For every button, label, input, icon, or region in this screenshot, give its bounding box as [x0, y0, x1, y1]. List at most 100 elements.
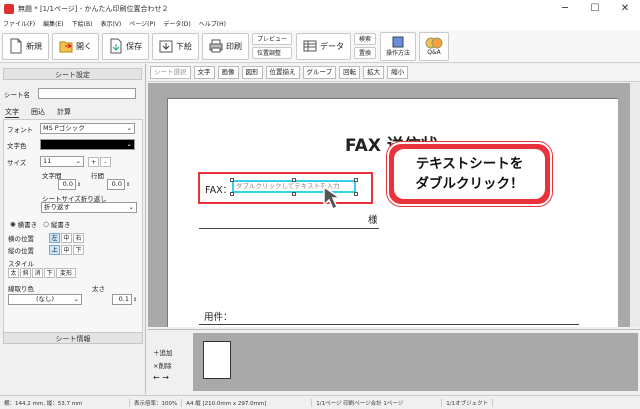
- menu-background[interactable]: 下絵(B): [72, 19, 93, 28]
- sama-label: 様: [368, 215, 378, 226]
- menu-help[interactable]: ヘルプ(H): [199, 19, 226, 28]
- size-decrease-button[interactable]: -: [100, 156, 111, 167]
- status-objects: 1/1オブジェクト: [442, 398, 494, 407]
- text-color-label: 文字色: [7, 141, 27, 150]
- delete-page-button[interactable]: ×削除: [153, 360, 173, 370]
- size-row: サイズ 11 ⌄ + -: [7, 156, 112, 167]
- v-position-row: 縦の位置 上 中 下: [8, 245, 85, 255]
- sheet-name-input[interactable]: [38, 88, 136, 99]
- data-label: データ: [320, 41, 345, 51]
- status-pages: 1/1ページ 印刷ページ合計 1ページ: [312, 398, 443, 407]
- thickness-input[interactable]: 0.1: [112, 294, 132, 305]
- rotate-tool[interactable]: 回転: [339, 66, 361, 79]
- page[interactable]: FAX 送信状 FAX： ダブルクリックしてテキストを入力 様 用件：: [167, 98, 618, 327]
- size-increase-button[interactable]: +: [88, 156, 99, 167]
- border-color-select[interactable]: (なし) ⌄: [8, 294, 82, 305]
- preview-button[interactable]: プレビュー: [252, 33, 293, 45]
- select-sheet-tool[interactable]: シート選択: [150, 66, 191, 79]
- chevron-down-icon: ⌄: [126, 140, 132, 148]
- menu-edit[interactable]: 編集(E): [43, 19, 63, 28]
- replace-button[interactable]: 置換: [354, 47, 377, 59]
- maximize-button[interactable]: ☐: [580, 0, 610, 17]
- menu-view[interactable]: 表示(V): [100, 19, 121, 28]
- tab-text[interactable]: 文字: [5, 107, 19, 118]
- line-spacing-input[interactable]: 0.0: [107, 179, 125, 190]
- page-thumbnail[interactable]: [203, 341, 231, 379]
- resize-handle[interactable]: [292, 178, 296, 182]
- text-color-picker[interactable]: ⌄: [40, 139, 135, 150]
- italic-button[interactable]: 斜: [20, 268, 31, 278]
- style-buttons-row: 太 斜 消 下 変形: [8, 268, 77, 278]
- data-button[interactable]: データ: [296, 32, 352, 60]
- open-button[interactable]: 開く: [52, 32, 99, 60]
- shape-tool[interactable]: 図形: [241, 66, 263, 79]
- resize-handle[interactable]: [292, 192, 296, 196]
- size-select[interactable]: 11 ⌄: [40, 156, 84, 167]
- document-view: FAX 送信状 FAX： ダブルクリックしてテキストを入力 様 用件：: [148, 83, 640, 327]
- vertical-radio[interactable]: ○: [43, 220, 49, 228]
- chevron-down-icon: ⌄: [126, 124, 132, 132]
- text-tool[interactable]: 文字: [193, 66, 215, 79]
- font-select[interactable]: MS Pゴシック ⌄: [40, 123, 135, 134]
- resize-handle[interactable]: [230, 192, 234, 196]
- sheet-info-header[interactable]: シート情報: [3, 332, 143, 344]
- wrap-select[interactable]: 折り返す ⌄: [41, 202, 137, 213]
- spinner-icon[interactable]: ⇕: [77, 182, 81, 188]
- bold-button[interactable]: 太: [8, 268, 19, 278]
- minimize-button[interactable]: ─: [550, 0, 580, 17]
- resize-handle[interactable]: [354, 192, 358, 196]
- subject-underline: [199, 324, 579, 325]
- spinner-icon[interactable]: ⇕: [133, 297, 137, 303]
- h-position-center[interactable]: 中: [61, 233, 72, 243]
- transform-button[interactable]: 変形: [56, 268, 76, 278]
- tab-calc[interactable]: 計算: [57, 107, 71, 118]
- border-color-value: (なし): [35, 295, 55, 303]
- menu-file[interactable]: ファイル(F): [3, 19, 35, 28]
- status-paper: A4 縦 [210.0mm x 297.0mm]: [182, 398, 313, 407]
- underline-button[interactable]: 下: [44, 268, 55, 278]
- qa-button[interactable]: Q&A: [419, 31, 450, 61]
- v-position-middle[interactable]: 中: [61, 245, 72, 255]
- position-adjust-button[interactable]: 位置調整: [252, 47, 293, 59]
- arrow-right-icon[interactable]: →: [162, 373, 169, 382]
- save-label: 保存: [126, 41, 142, 51]
- v-position-bottom[interactable]: 下: [73, 245, 84, 255]
- border-color-label-row: 線取り色 太さ: [8, 283, 105, 293]
- strike-button[interactable]: 消: [32, 268, 43, 278]
- char-spacing-input[interactable]: 0.0: [58, 179, 76, 190]
- menu-bar: ファイル(F) 編集(E) 下絵(B) 表示(V) ページ(P) データ(D) …: [0, 17, 640, 30]
- search-button[interactable]: 検索: [354, 33, 377, 45]
- v-position-top[interactable]: 上: [49, 245, 60, 255]
- group-tool[interactable]: グループ: [302, 66, 337, 79]
- page-controls: ＋追加 ×削除 ← →: [153, 347, 173, 382]
- menu-data[interactable]: データ(D): [163, 19, 190, 28]
- new-button[interactable]: 新規: [2, 32, 49, 60]
- page-nav: ← →: [153, 373, 173, 382]
- preview-group: プレビュー 位置調整: [252, 32, 293, 60]
- spinner-icon[interactable]: ⇕: [126, 182, 130, 188]
- how-to-label: 操作方法: [386, 49, 411, 57]
- zoom-out-tool[interactable]: 縮小: [387, 66, 409, 79]
- import-background-button[interactable]: 下絵: [152, 32, 199, 60]
- resize-handle[interactable]: [354, 178, 358, 182]
- char-spacing-row: 0.0 ⇕: [58, 179, 81, 190]
- how-to-button[interactable]: 操作方法: [380, 31, 417, 61]
- image-tool[interactable]: 画像: [217, 66, 239, 79]
- save-button[interactable]: 保存: [102, 32, 149, 60]
- menu-page[interactable]: ページ(P): [129, 19, 155, 28]
- v-position-label: 縦の位置: [8, 247, 34, 255]
- zoom-in-tool[interactable]: 拡大: [363, 66, 385, 79]
- close-button[interactable]: ✕: [610, 0, 640, 17]
- resize-handle[interactable]: [230, 178, 234, 182]
- print-button[interactable]: 印刷: [202, 32, 249, 60]
- horizontal-radio[interactable]: ◉: [10, 220, 16, 228]
- arrow-left-icon[interactable]: ←: [153, 373, 160, 382]
- vertical-scrollbar[interactable]: [630, 83, 640, 327]
- align-tool[interactable]: 位置揃え: [265, 66, 300, 79]
- tab-border[interactable]: 囲込: [31, 107, 45, 118]
- h-position-left[interactable]: 左: [49, 233, 60, 243]
- import-background-label: 下絵: [176, 41, 192, 51]
- add-page-button[interactable]: ＋追加: [153, 347, 173, 357]
- search-group: 検索 置換: [354, 32, 377, 60]
- h-position-right[interactable]: 右: [73, 233, 84, 243]
